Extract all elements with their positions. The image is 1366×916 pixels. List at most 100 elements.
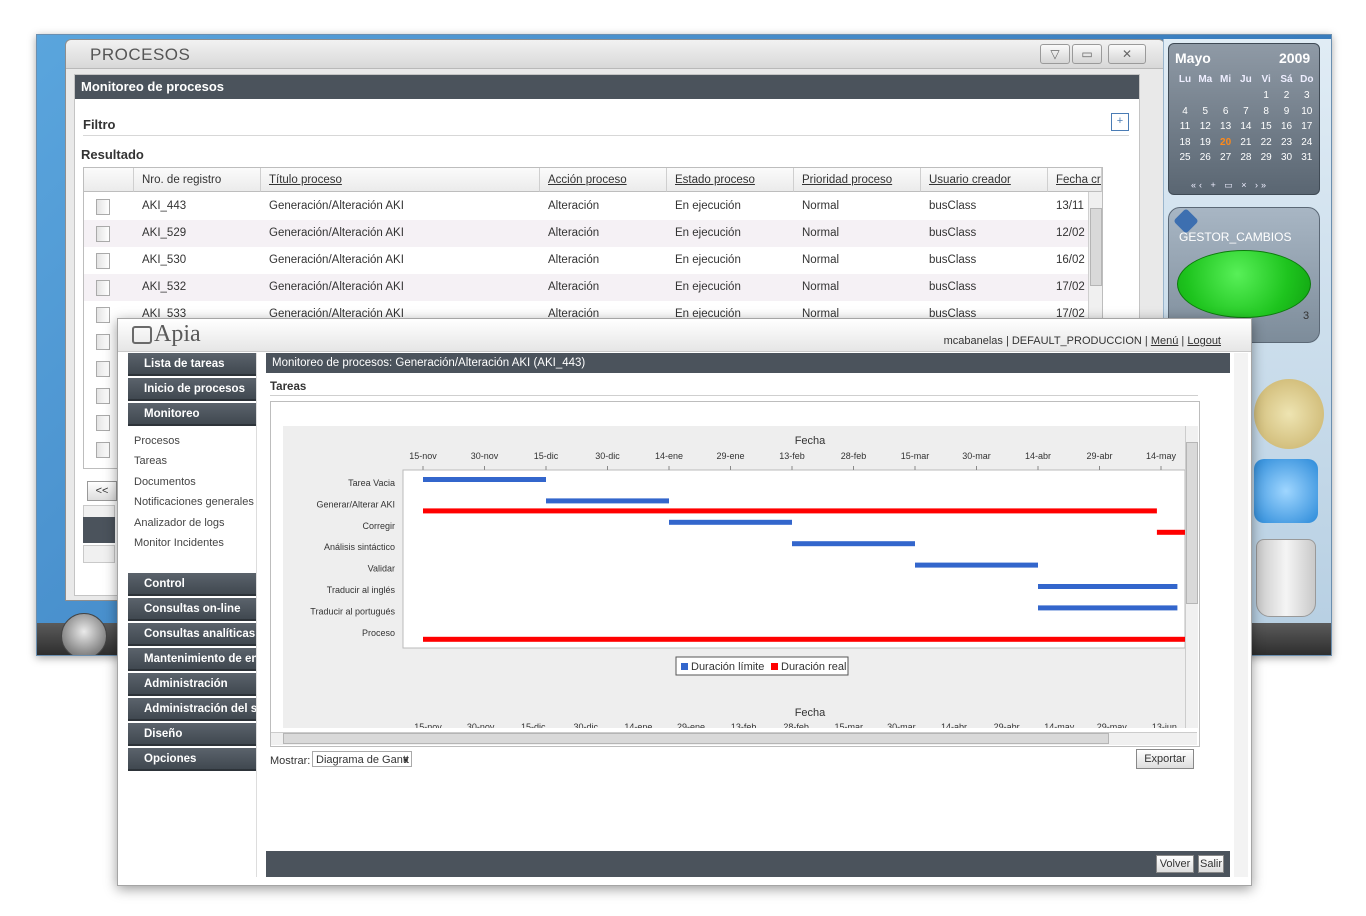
- gantt-bar-limit[interactable]: [915, 562, 1038, 568]
- nav-lista-tareas[interactable]: Lista de tareas: [128, 353, 256, 376]
- export-button[interactable]: Exportar: [1136, 749, 1194, 769]
- minimize-button[interactable]: ▽: [1040, 44, 1070, 64]
- calendar-day[interactable]: 15: [1256, 121, 1276, 132]
- nav-sub-procesos[interactable]: Procesos: [134, 435, 180, 447]
- calendar-day[interactable]: 29: [1256, 152, 1276, 163]
- horizontal-scrollbar[interactable]: [83, 545, 115, 563]
- recycle-bin-icon[interactable]: [1256, 539, 1316, 617]
- gantt-bar-real[interactable]: [423, 508, 1157, 514]
- mostrar-select[interactable]: Diagrama de Gantt: [312, 751, 412, 767]
- back-button[interactable]: Volver: [1156, 855, 1194, 873]
- calendar-day[interactable]: 16: [1277, 121, 1297, 132]
- calendar-day[interactable]: 19: [1195, 137, 1215, 148]
- col-header-fecha[interactable]: Fecha cre: [1048, 168, 1102, 192]
- gantt-horizontal-thumb[interactable]: [283, 733, 1109, 744]
- nav-consultas-online[interactable]: Consultas on-line: [128, 598, 256, 621]
- calendar-day[interactable]: 20: [1216, 137, 1236, 148]
- maximize-button[interactable]: ▭: [1072, 44, 1102, 64]
- calendar-day[interactable]: 2: [1277, 90, 1297, 101]
- calendar-day[interactable]: 6: [1216, 106, 1236, 117]
- folder-icon[interactable]: [1254, 379, 1324, 449]
- gantt-bar-limit[interactable]: [669, 519, 792, 525]
- gantt-vertical-thumb[interactable]: [1186, 442, 1198, 604]
- calendar-day[interactable]: 17: [1297, 121, 1317, 132]
- filter-toggle-button[interactable]: +: [1111, 113, 1129, 131]
- calendar-day[interactable]: 27: [1216, 152, 1236, 163]
- table-scroll-thumb[interactable]: [1090, 208, 1102, 286]
- nav-diseno[interactable]: Diseño: [128, 723, 256, 746]
- gantt-bar-limit[interactable]: [792, 541, 915, 547]
- col-header-accion[interactable]: Acción proceso: [540, 168, 667, 192]
- nav-sub-documentos[interactable]: Documentos: [134, 476, 196, 488]
- col-header-usuario[interactable]: Usuario creador: [921, 168, 1048, 192]
- document-icon[interactable]: [96, 415, 110, 431]
- calendar-day[interactable]: 11: [1175, 121, 1195, 132]
- col-header-titulo[interactable]: Título proceso: [261, 168, 540, 192]
- calendar-day[interactable]: 8: [1256, 106, 1276, 117]
- logout-link[interactable]: Logout: [1187, 335, 1221, 347]
- nav-administracion[interactable]: Administración: [128, 673, 256, 696]
- start-button[interactable]: [61, 613, 107, 655]
- calendar-day[interactable]: 13: [1216, 121, 1236, 132]
- document-icon[interactable]: [96, 388, 110, 404]
- table-row[interactable]: AKI_443 Generación/Alteración AKI Altera…: [84, 193, 1088, 220]
- calendar-day[interactable]: 31: [1297, 152, 1317, 163]
- calendar-day[interactable]: 30: [1277, 152, 1297, 163]
- col-header-prioridad[interactable]: Prioridad proceso: [794, 168, 921, 192]
- col-header-registro[interactable]: Nro. de registro: [134, 168, 261, 192]
- nav-consultas-analiticas[interactable]: Consultas analíticas: [128, 623, 256, 646]
- calendar-day[interactable]: 7: [1236, 106, 1256, 117]
- calendar-day[interactable]: 24: [1297, 137, 1317, 148]
- calendar-day[interactable]: 9: [1277, 106, 1297, 117]
- document-icon[interactable]: [96, 253, 110, 269]
- calendar-day[interactable]: 26: [1195, 152, 1215, 163]
- menu-link[interactable]: Menú: [1151, 335, 1179, 347]
- calendar-day[interactable]: 23: [1277, 137, 1297, 148]
- nav-opciones[interactable]: Opciones: [128, 748, 256, 771]
- nav-monitoreo[interactable]: Monitoreo: [128, 403, 256, 426]
- document-icon[interactable]: [96, 280, 110, 296]
- gantt-bar-limit[interactable]: [1038, 605, 1178, 611]
- calendar-day[interactable]: 18: [1175, 137, 1195, 148]
- calendar-day[interactable]: 12: [1195, 121, 1215, 132]
- window-vertical-scrollbar[interactable]: [1234, 353, 1248, 877]
- document-icon[interactable]: [96, 226, 110, 242]
- document-icon[interactable]: [96, 334, 110, 350]
- document-icon[interactable]: [96, 199, 110, 215]
- document-icon[interactable]: [96, 361, 110, 377]
- nav-sub-tareas[interactable]: Tareas: [134, 455, 167, 467]
- nav-sub-analizador[interactable]: Analizador de logs: [134, 517, 225, 529]
- pager-prev-button[interactable]: <<: [87, 481, 117, 501]
- calendar-day[interactable]: 21: [1236, 137, 1256, 148]
- calendar-nav[interactable]: «‹ + ▭ × ›»: [1191, 180, 1269, 191]
- table-row[interactable]: AKI_529 Generación/Alteración AKI Altera…: [84, 220, 1088, 247]
- gantt-bar-limit[interactable]: [546, 498, 669, 504]
- calendar-day[interactable]: 4: [1175, 106, 1195, 117]
- chevron-down-icon[interactable]: ▼: [402, 756, 410, 765]
- calendar-day[interactable]: 3: [1297, 90, 1317, 101]
- exit-button[interactable]: Salir: [1198, 855, 1224, 873]
- table-row[interactable]: AKI_532 Generación/Alteración AKI Altera…: [84, 274, 1088, 301]
- calendar-day[interactable]: 28: [1236, 152, 1256, 163]
- nav-sub-monitor-incidentes[interactable]: Monitor Incidentes: [134, 537, 224, 549]
- calendar-day[interactable]: 25: [1175, 152, 1195, 163]
- calendar-day[interactable]: 10: [1297, 106, 1317, 117]
- nav-sub-notificaciones[interactable]: Notificaciones generales: [134, 496, 254, 508]
- document-icon[interactable]: [96, 442, 110, 458]
- document-icon[interactable]: [96, 307, 110, 323]
- gantt-bar-limit[interactable]: [423, 477, 546, 482]
- gantt-bar-real[interactable]: [423, 636, 1185, 642]
- col-header-estado[interactable]: Estado proceso: [667, 168, 794, 192]
- nav-administracion-sistema[interactable]: Administración del sistema: [128, 698, 256, 721]
- nav-control[interactable]: Control: [128, 573, 256, 596]
- status-indicator[interactable]: [1177, 250, 1311, 318]
- nav-inicio-procesos[interactable]: Inicio de procesos: [128, 378, 256, 401]
- ice-cube-icon[interactable]: [1254, 459, 1318, 523]
- calendar-day[interactable]: 1: [1256, 90, 1276, 101]
- table-row[interactable]: AKI_530 Generación/Alteración AKI Altera…: [84, 247, 1088, 274]
- nav-mantenimiento[interactable]: Mantenimiento de entidades: [128, 648, 256, 671]
- close-button[interactable]: ✕: [1108, 44, 1146, 64]
- calendar-day[interactable]: 5: [1195, 106, 1215, 117]
- calendar-day[interactable]: 22: [1256, 137, 1276, 148]
- calendar-day[interactable]: 14: [1236, 121, 1256, 132]
